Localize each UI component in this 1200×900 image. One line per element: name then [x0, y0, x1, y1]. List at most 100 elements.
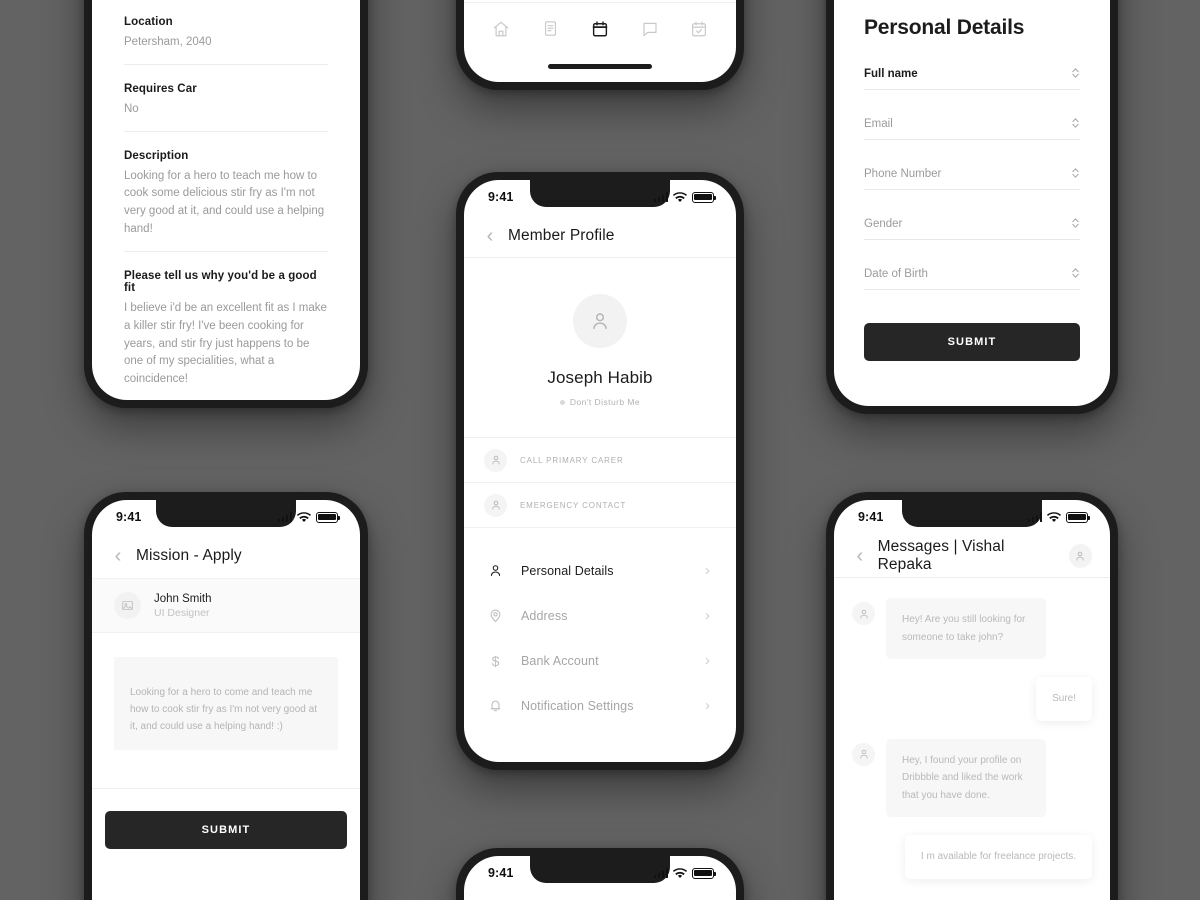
status-time: 9:41: [858, 510, 884, 524]
location-pin-icon: [488, 608, 503, 623]
menu-item-label: Address: [521, 608, 568, 623]
chevron-right-icon: ›: [705, 697, 710, 714]
nav-title: Member Profile: [508, 226, 615, 244]
chevron-left-icon[interactable]: ‹: [482, 226, 498, 246]
message-bubble: Hey, I found your profile on Dribbble an…: [886, 738, 1046, 817]
personal-details-body: Personal Details Full name Email Phone N…: [834, 0, 1110, 361]
menu-item-label: Notification Settings: [521, 698, 634, 713]
menu-item-personal-details[interactable]: Personal Details ›: [464, 548, 736, 593]
field-label: Location: [124, 16, 173, 28]
chevron-updown-icon[interactable]: [1071, 66, 1080, 80]
divider: [124, 250, 328, 252]
submit-button[interactable]: SUBMIT: [105, 811, 347, 849]
menu-item-address[interactable]: Address ›: [464, 593, 736, 638]
notch: [530, 856, 670, 883]
chevron-left-icon[interactable]: ‹: [110, 546, 126, 566]
field-label: Date of Birth: [864, 268, 928, 280]
message-textarea[interactable]: Looking for a hero to come and teach me …: [114, 657, 338, 750]
field-date-of-birth[interactable]: Date of Birth: [864, 266, 1080, 290]
bottom-tab-bar: [464, 2, 736, 54]
field-label: Gender: [864, 218, 903, 230]
submit-button[interactable]: SUBMIT: [864, 323, 1080, 361]
avatar[interactable]: [573, 294, 627, 348]
field-label: Description: [124, 149, 189, 162]
status-time: 9:41: [488, 190, 514, 204]
document-icon: [542, 20, 559, 37]
person-icon: [488, 563, 503, 578]
wifi-icon: [1047, 511, 1061, 523]
applicant-row[interactable]: John Smith UI Designer: [92, 578, 360, 633]
field-location: Location Petersham, 2040: [124, 16, 328, 65]
dollar-icon: $: [491, 652, 500, 669]
profile-header: Joseph Habib Don't Disturb Me: [464, 258, 736, 438]
menu-item-label: Bank Account: [521, 653, 599, 668]
field-gender[interactable]: Gender: [864, 216, 1080, 240]
quick-row-emergency-contact[interactable]: EMERGENCY CONTACT: [464, 483, 736, 528]
field-phone-number[interactable]: Phone Number: [864, 166, 1080, 190]
screen-mission-detail: Location Petersham, 2040 Requires Car No…: [92, 0, 360, 400]
profile-menu: Personal Details › Address › $ Bank Acco…: [464, 528, 736, 728]
status-badge: Don't Disturb Me: [464, 397, 736, 407]
phone-mission-detail: Location Petersham, 2040 Requires Car No…: [84, 0, 368, 408]
field-label: Phone Number: [864, 168, 942, 180]
field-email[interactable]: Email: [864, 116, 1080, 140]
quick-row-label: EMERGENCY CONTACT: [520, 500, 627, 510]
chevron-updown-icon[interactable]: [1071, 116, 1080, 130]
screen-member-profile: 9:41 ‹ Member Profile Joseph Habib Don't…: [464, 180, 736, 762]
page-title: Personal Details: [864, 16, 1025, 39]
message-bubble: Hey! Are you still looking for someone t…: [886, 598, 1046, 659]
chevron-right-icon: ›: [705, 562, 710, 579]
phone-personal-details: Personal Details Full name Email Phone N…: [826, 0, 1118, 414]
field-label: Please tell us why you'd be a good fit: [124, 269, 317, 294]
menu-item-notification-settings[interactable]: Notification Settings ›: [464, 683, 736, 728]
menu-item-bank-account[interactable]: $ Bank Account ›: [464, 638, 736, 683]
chat-bubble-icon: [641, 20, 659, 38]
screen-mission-apply: 9:41 ‹ Mission - Apply John Smith UI Des…: [92, 500, 360, 900]
tab-messages[interactable]: [633, 12, 667, 46]
notch: [902, 500, 1042, 527]
tab-documents[interactable]: [533, 12, 567, 46]
message-row-outgoing: Sure!: [852, 677, 1092, 721]
tab-calendar[interactable]: [583, 12, 617, 46]
battery-icon: [316, 511, 341, 523]
field-requires-car: Requires Car No: [124, 83, 328, 132]
home-indicator[interactable]: [548, 64, 652, 69]
field-good-fit: Please tell us why you'd be a good fit I…: [124, 270, 328, 400]
field-description: Description Looking for a hero to teach …: [124, 150, 328, 252]
chevron-left-icon[interactable]: ‹: [852, 546, 868, 566]
field-label: Email: [864, 118, 893, 130]
chevron-updown-icon[interactable]: [1071, 166, 1080, 180]
divider: [92, 788, 360, 789]
applicant-name: John Smith: [154, 592, 212, 605]
profile-name: Joseph Habib: [547, 368, 653, 387]
status-dot: [559, 399, 565, 405]
phone-tabbar: [456, 0, 744, 90]
field-value: Looking for a hero to teach me how to co…: [124, 169, 325, 236]
person-icon: [484, 493, 507, 517]
header-avatar[interactable]: [1068, 543, 1092, 568]
message-bubble: Sure!: [1036, 677, 1092, 721]
person-icon: [1074, 550, 1086, 562]
notch: [156, 500, 296, 527]
screen-messages: 9:41 ‹ Messages | Vishal Repaka Hey! Are…: [834, 500, 1110, 900]
phone-mission-apply: 9:41 ‹ Mission - Apply John Smith UI Des…: [84, 492, 368, 900]
tab-home[interactable]: [484, 12, 518, 46]
phone-partial-bottom: 9:41: [456, 848, 744, 900]
nav-title: Messages | Vishal Repaka: [877, 537, 1005, 573]
tab-scheduled[interactable]: [682, 12, 716, 46]
message-bubble: I m available for freelance projects.: [904, 835, 1092, 879]
wifi-icon: [673, 191, 687, 203]
quick-row-call-primary-carer[interactable]: CALL PRIMARY CARER: [464, 438, 736, 483]
bell-icon: [488, 698, 503, 713]
calendar-check-icon: [690, 20, 708, 38]
quick-row-label: CALL PRIMARY CARER: [520, 455, 624, 465]
battery-icon: [692, 867, 717, 879]
navbar: ‹ Member Profile: [464, 214, 736, 258]
chevron-updown-icon[interactable]: [1071, 216, 1080, 230]
field-full-name[interactable]: Full name: [864, 66, 1080, 90]
chevron-updown-icon[interactable]: [1071, 266, 1080, 280]
field-value: Petersham, 2040: [124, 36, 212, 48]
status-time: 9:41: [488, 866, 514, 880]
person-icon: [484, 448, 507, 472]
field-value: No: [124, 102, 139, 115]
